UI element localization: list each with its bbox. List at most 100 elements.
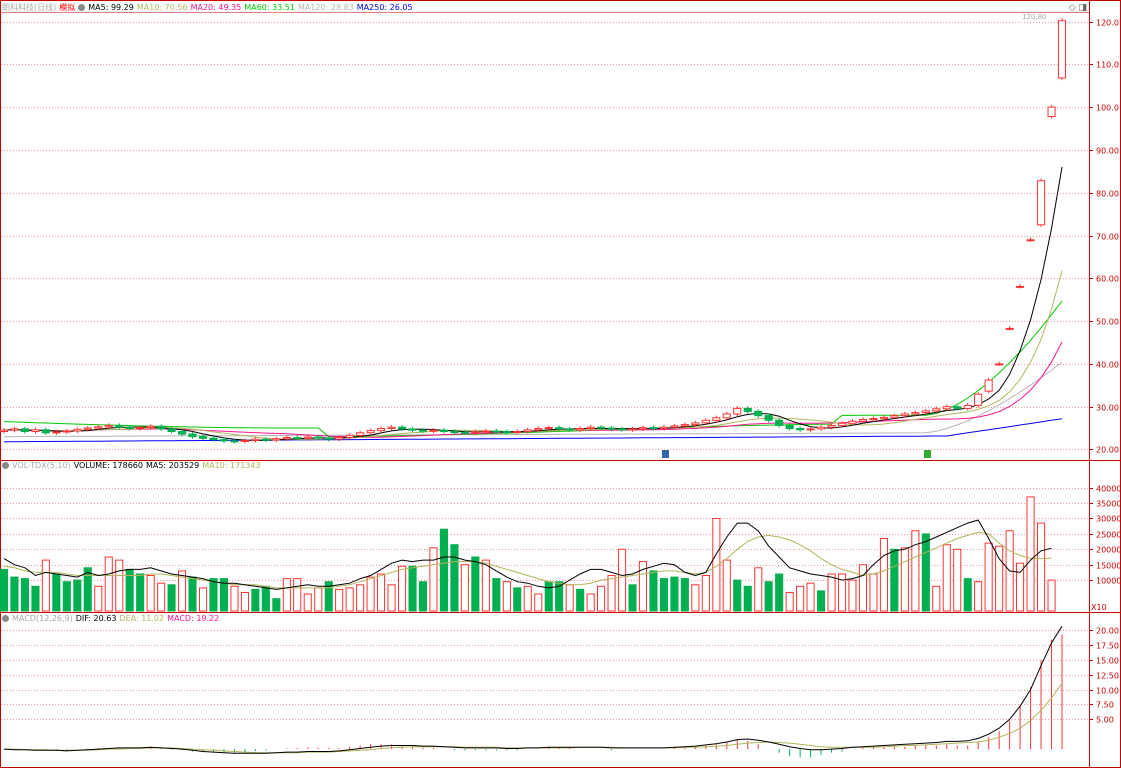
volume-bar [827, 573, 836, 612]
volume-bar [817, 590, 826, 612]
window-icon[interactable]: ◨ [1078, 3, 1087, 13]
price-tick-label: 40.00 [1096, 361, 1119, 370]
price-tick-label: 30.00 [1096, 404, 1119, 413]
price-tick-label: 20.00 [1096, 446, 1119, 455]
ma250-label: MA250: 26.05 [356, 3, 413, 12]
candle [471, 431, 480, 434]
volume-bar [921, 533, 930, 612]
candle [377, 428, 386, 432]
volume-bar [492, 578, 501, 612]
volume-bar [911, 530, 920, 612]
mode-label: 模拟 [59, 3, 76, 12]
volume-bar [1026, 496, 1035, 612]
indicator-toggle-icon[interactable] [78, 4, 86, 11]
candle [565, 428, 574, 431]
candle [1037, 180, 1046, 226]
volume-value: VOLUME: 178660 [73, 461, 143, 470]
candle [188, 433, 197, 438]
candle [879, 416, 889, 420]
candle [817, 426, 826, 430]
candle [722, 413, 731, 419]
price-tick-label: 90.00 [1096, 147, 1119, 156]
volume-bar [345, 587, 354, 612]
candle [523, 429, 532, 432]
volume-bar [387, 584, 396, 612]
chart-canvas[interactable]: 20.00 30.00 40.00 50.00 60.00 70.00 80.00 90.00… [0, 0, 1121, 768]
volume-bar [890, 548, 899, 612]
candle [387, 426, 396, 430]
candle [1057, 20, 1067, 79]
candle [408, 428, 417, 431]
volume-toggle-icon[interactable] [2, 462, 9, 469]
candle [513, 431, 522, 433]
macd-toggle-icon[interactable] [2, 615, 9, 622]
candle [335, 437, 344, 440]
volume-tick-label: 10000 [1096, 577, 1121, 586]
candle [953, 406, 962, 409]
volume-legend: VOL-TDX(5,10) VOLUME: 178660 MA5: 203529 MA… [2, 461, 264, 471]
candle [157, 425, 166, 430]
volume-bar [115, 559, 124, 612]
volume-bar [167, 584, 176, 612]
candle [701, 419, 710, 424]
candle [764, 415, 773, 421]
candle [618, 428, 627, 431]
ma120-line [4, 361, 1063, 438]
price-tick-label: 60.00 [1096, 275, 1119, 284]
candle [638, 427, 648, 430]
candle [670, 425, 679, 428]
candle [136, 427, 145, 430]
dif-label: DIF: 20.63 [75, 614, 117, 623]
volume-bar [1047, 579, 1056, 612]
volume-bar [282, 578, 291, 612]
candle [628, 428, 637, 431]
volume-bar [104, 556, 113, 612]
volume-bar [439, 528, 448, 612]
volume-bar [628, 584, 637, 612]
candle [942, 406, 951, 410]
volume-bar [670, 576, 679, 612]
price-tick-label: 110.0 [1096, 61, 1119, 70]
diamond-icon[interactable]: ◇ [1069, 3, 1076, 13]
volume-bar [722, 559, 731, 612]
volume-bar [806, 582, 815, 612]
candle [586, 426, 595, 430]
candle [785, 425, 794, 429]
volume-bar [94, 585, 103, 612]
volume-tick-label: 20000 [1096, 546, 1121, 555]
candle [754, 410, 763, 417]
candle [544, 427, 553, 430]
candle [680, 424, 689, 427]
volume-bar [471, 556, 480, 612]
candle [439, 429, 448, 433]
volume-bar [261, 585, 270, 612]
volume-bar [230, 585, 239, 612]
volume-bar [942, 544, 951, 612]
candle [911, 412, 920, 415]
candle [649, 427, 658, 430]
candle [219, 439, 228, 442]
candle [366, 430, 375, 434]
candle [282, 437, 291, 440]
volume-bar [764, 581, 773, 612]
candle [691, 422, 700, 426]
candle [963, 404, 972, 409]
volume-bar [1016, 562, 1025, 612]
volume-unit-badge: X10 [1091, 603, 1107, 612]
event-marker-icon [924, 450, 931, 458]
volume-bar [356, 584, 365, 612]
macd-label: MACD: 19.22 [167, 614, 220, 623]
candle [921, 410, 930, 414]
candle [1005, 327, 1014, 330]
candle [775, 419, 784, 426]
ma120-label: MA120: 28.83 [297, 3, 354, 12]
volume-bar [418, 581, 427, 612]
candle [41, 429, 50, 434]
volume-bar [398, 565, 407, 612]
volume-tick-label: 25000 [1096, 531, 1121, 540]
volume-bar [31, 585, 40, 612]
candle [869, 418, 878, 421]
candle [502, 431, 511, 433]
volume-bar [272, 598, 281, 612]
volume-bar [366, 576, 375, 612]
